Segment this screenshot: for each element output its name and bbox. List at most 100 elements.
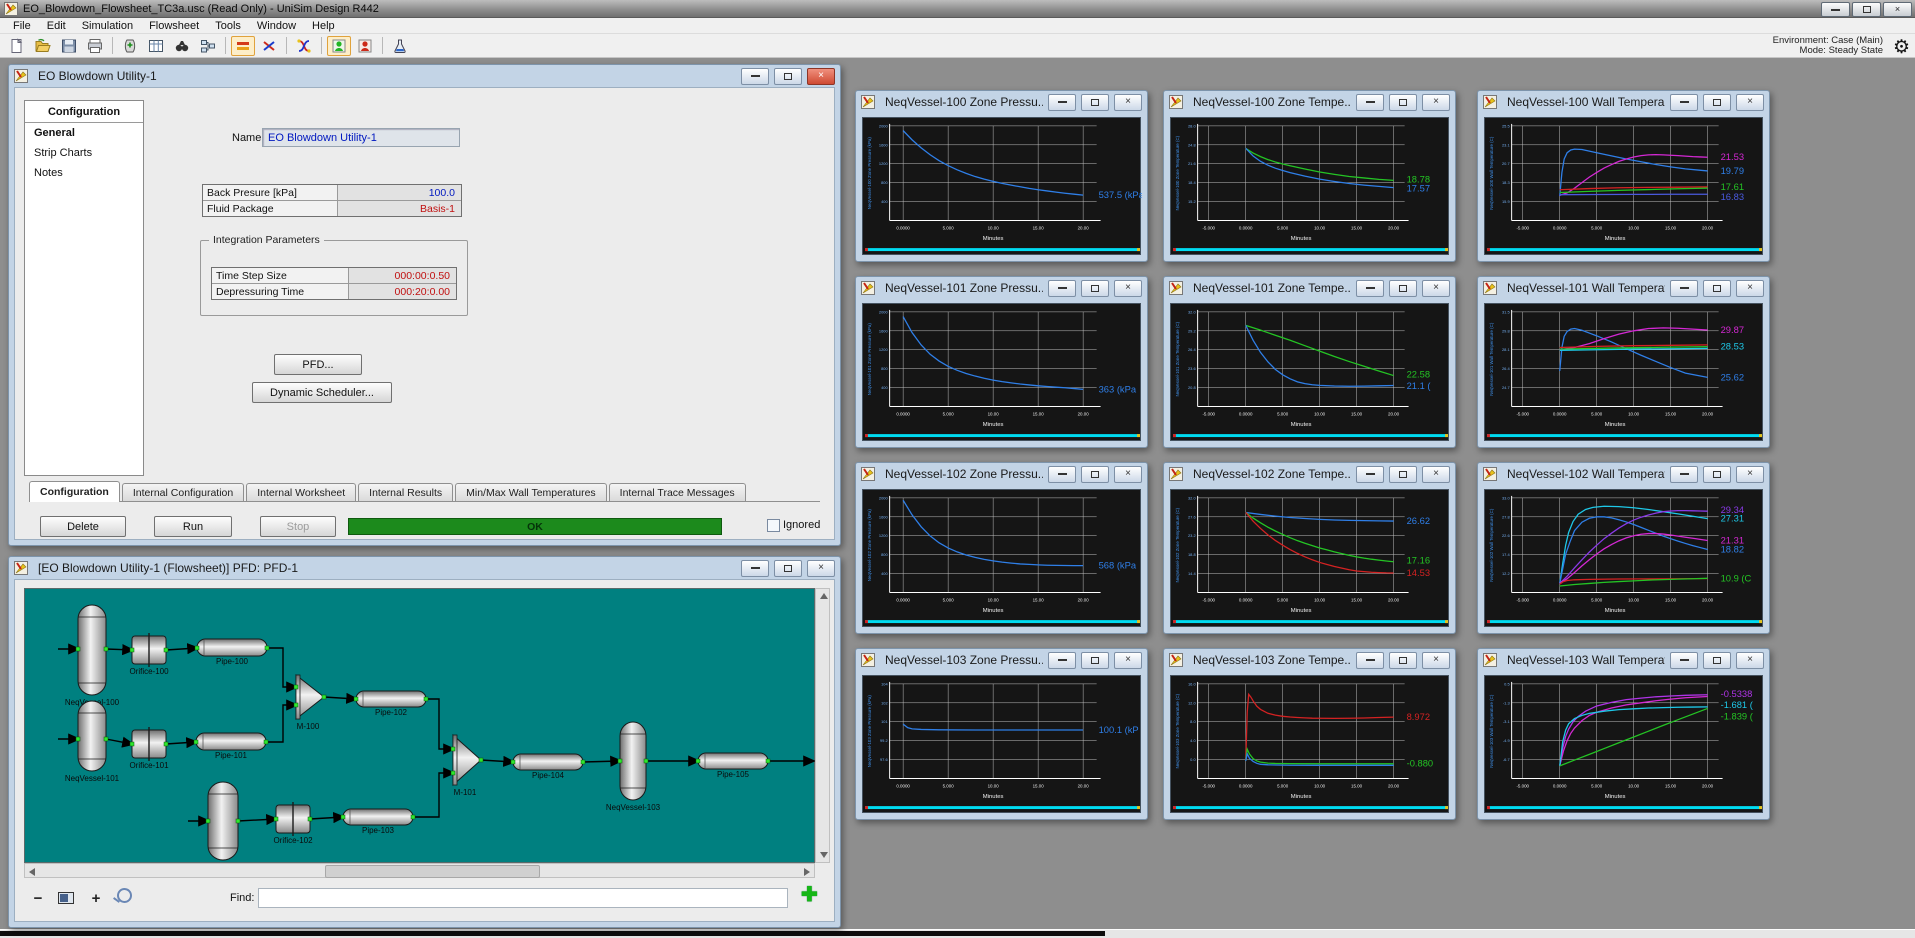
pfd-restore-button[interactable] — [774, 560, 802, 577]
pfd-close-button[interactable]: × — [807, 560, 835, 577]
zoom-out-button[interactable]: − — [30, 890, 46, 906]
chart-minimize-button[interactable] — [1048, 466, 1076, 483]
stream-connector[interactable] — [310, 817, 343, 819]
chart-restore-button[interactable] — [1703, 652, 1731, 669]
delete-button[interactable]: Delete — [40, 516, 126, 537]
pfd-horizontal-scrollbar[interactable] — [24, 863, 815, 878]
chart-close-button[interactable]: × — [1114, 280, 1142, 297]
row-value[interactable]: 100.0 — [338, 185, 461, 200]
pipe-pipe-103[interactable] — [343, 809, 413, 825]
pfd-vertical-scrollbar[interactable] — [815, 588, 830, 863]
case-green-icon[interactable] — [327, 36, 351, 56]
row-value[interactable]: 000:00:0.50 — [349, 268, 456, 283]
connection-port[interactable] — [424, 697, 428, 701]
zoom-in-button[interactable]: + — [88, 890, 104, 906]
connection-port[interactable] — [76, 737, 80, 741]
zoom-fit-icon[interactable] — [58, 892, 74, 904]
chart-restore-button[interactable] — [1389, 94, 1417, 111]
chart-window-titlebar[interactable]: NeqVessel-103 Wall Temperat...× — [1478, 649, 1769, 671]
orifice-orifice-102[interactable] — [276, 802, 310, 836]
connection-port[interactable] — [294, 685, 298, 689]
chart-minimize-button[interactable] — [1048, 652, 1076, 669]
app-minimize-button[interactable] — [1821, 2, 1850, 17]
chart-close-button[interactable]: × — [1736, 94, 1764, 111]
chart-minimize-button[interactable] — [1356, 94, 1384, 111]
stream-connector[interactable] — [266, 705, 296, 742]
connection-port[interactable] — [164, 648, 168, 652]
tab-internal-results[interactable]: Internal Results — [358, 483, 453, 501]
navigator-icon[interactable] — [196, 36, 220, 56]
magnifier-icon[interactable] — [117, 888, 132, 903]
tab-internal-configuration[interactable]: Internal Configuration — [122, 483, 244, 501]
connection-port[interactable] — [265, 646, 269, 650]
chart-restore-button[interactable] — [1389, 652, 1417, 669]
vessel-neqvessel-102[interactable] — [208, 782, 238, 860]
chart-restore-button[interactable] — [1081, 652, 1109, 669]
chart-window-titlebar[interactable]: NeqVessel-102 Zone Tempe...× — [1164, 463, 1455, 485]
chart-close-button[interactable]: × — [1114, 466, 1142, 483]
ignored-checkbox[interactable] — [767, 519, 780, 532]
pipe-pipe-102[interactable] — [356, 691, 426, 707]
chart-close-button[interactable]: × — [1422, 94, 1450, 111]
palette-icon[interactable] — [118, 36, 142, 56]
scroll-right-icon[interactable] — [804, 868, 810, 876]
scroll-left-icon[interactable] — [29, 868, 35, 876]
app-close-button[interactable]: × — [1883, 2, 1912, 17]
stream-connector[interactable] — [426, 699, 453, 749]
chart-restore-button[interactable] — [1081, 466, 1109, 483]
pfd-button[interactable]: PFD... — [274, 354, 362, 375]
chart-minimize-button[interactable] — [1670, 94, 1698, 111]
sidebar-item-strip-charts[interactable]: Strip Charts — [25, 143, 143, 163]
solver-active-icon[interactable] — [231, 36, 255, 56]
connection-port[interactable] — [194, 740, 198, 744]
pipe-pipe-104[interactable] — [513, 754, 583, 770]
pipe-pipe-101[interactable] — [196, 733, 266, 750]
pipe-pipe-105[interactable] — [698, 753, 768, 769]
pfd-flowsheet[interactable]: NeqVessel-100NeqVessel-101NeqVessel-102N… — [25, 589, 816, 864]
connection-port[interactable] — [264, 740, 268, 744]
connection-port[interactable] — [195, 646, 199, 650]
menu-item-window[interactable]: Window — [249, 19, 304, 33]
workbook-icon[interactable] — [144, 36, 168, 56]
chart-window-titlebar[interactable]: NeqVessel-103 Zone Pressu...× — [856, 649, 1147, 671]
chart-window-titlebar[interactable]: NeqVessel-101 Zone Pressu...× — [856, 277, 1147, 299]
chart-minimize-button[interactable] — [1356, 466, 1384, 483]
row-value[interactable]: Basis-1 — [338, 201, 461, 216]
sidebar-item-general[interactable]: General — [25, 123, 143, 143]
chart-restore-button[interactable] — [1081, 280, 1109, 297]
print-icon[interactable] — [83, 36, 107, 56]
vessel-neqvessel-103[interactable] — [620, 722, 646, 800]
chart-window-titlebar[interactable]: NeqVessel-102 Wall Temperat...× — [1478, 463, 1769, 485]
connection-port[interactable] — [308, 817, 312, 821]
stream-connector[interactable] — [413, 773, 453, 817]
row-value[interactable]: 000:20:0.00 — [349, 284, 456, 299]
chart-window-titlebar[interactable]: NeqVessel-100 Zone Tempe...× — [1164, 91, 1455, 113]
stream-connector[interactable] — [106, 739, 132, 744]
connection-port[interactable] — [451, 747, 455, 751]
chart-close-button[interactable]: × — [1736, 466, 1764, 483]
pfd-window-titlebar[interactable]: [EO Blowdown Utility-1 (Flowsheet)] PFD:… — [9, 557, 840, 579]
crossover-icon[interactable] — [292, 36, 316, 56]
run-button[interactable]: Run — [154, 516, 232, 537]
app-titlebar[interactable]: EO_Blowdown_Flowsheet_TC3a.usc (Read Onl… — [0, 0, 1915, 18]
chart-window-titlebar[interactable]: NeqVessel-102 Zone Pressu...× — [856, 463, 1147, 485]
sidebar-item-notes[interactable]: Notes — [25, 163, 143, 183]
app-maximize-button[interactable] — [1852, 2, 1881, 17]
stream-connector[interactable] — [106, 649, 132, 650]
connection-port[interactable] — [696, 759, 700, 763]
connection-port[interactable] — [618, 759, 622, 763]
connection-port[interactable] — [130, 648, 134, 652]
stream-connector[interactable] — [238, 819, 276, 821]
chart-close-button[interactable]: × — [1114, 652, 1142, 669]
chart-restore-button[interactable] — [1703, 94, 1731, 111]
menu-item-flowsheet[interactable]: Flowsheet — [141, 19, 207, 33]
save-icon[interactable] — [57, 36, 81, 56]
stream-connector[interactable] — [583, 761, 620, 762]
mixer-m-101[interactable] — [453, 735, 481, 785]
chart-minimize-button[interactable] — [1048, 94, 1076, 111]
open-icon[interactable] — [31, 36, 55, 56]
orifice-orifice-101[interactable] — [132, 727, 166, 761]
menu-item-help[interactable]: Help — [304, 19, 343, 33]
tab-configuration[interactable]: Configuration — [29, 481, 120, 502]
chart-window-titlebar[interactable]: NeqVessel-100 Wall Tempera...× — [1478, 91, 1769, 113]
